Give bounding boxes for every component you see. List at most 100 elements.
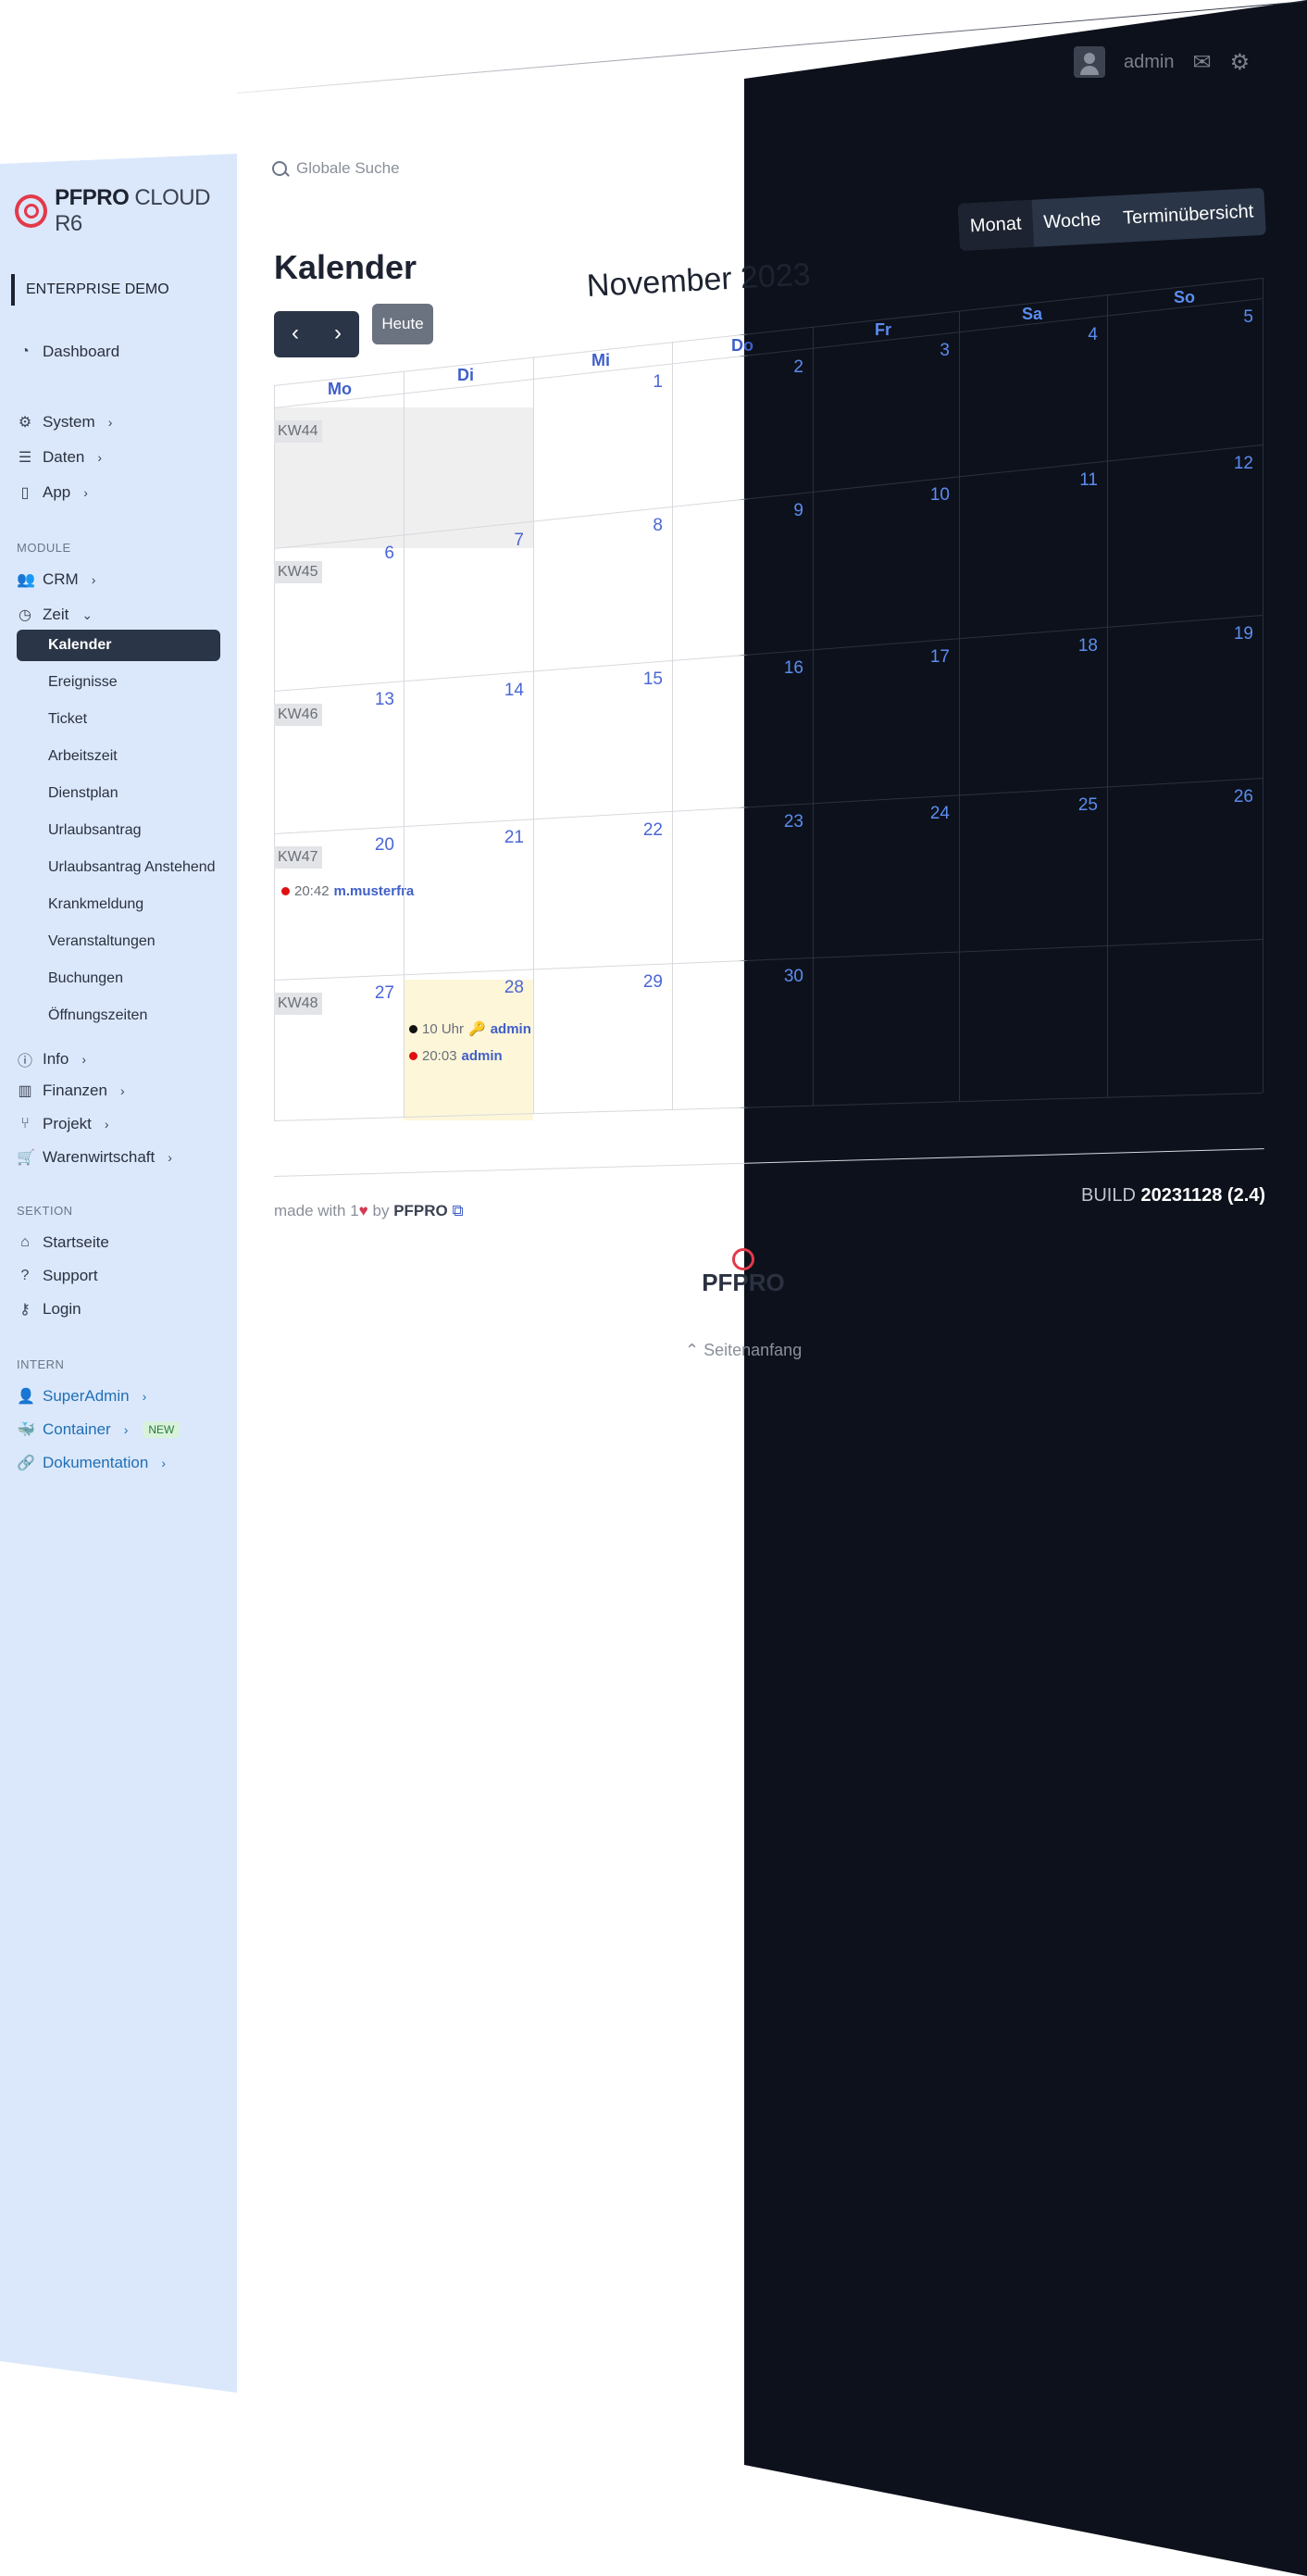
build-label: BUILD (1081, 1185, 1136, 1206)
footer-brand-link[interactable]: PFPRO (393, 1202, 448, 1219)
weekday-header: So (1174, 288, 1196, 307)
event-dot (281, 887, 290, 895)
day-number[interactable]: 21 (504, 828, 524, 848)
section-label-sektion: SEKTION (17, 1204, 73, 1218)
week-number: KW45 (274, 561, 322, 583)
sidebar-item-label: Support (43, 1267, 98, 1284)
calendar-event[interactable]: 10 Uhr 🔑 admin (409, 1020, 531, 1037)
event-time: 10 Uhr (422, 1020, 465, 1037)
grid-column-line (813, 326, 814, 1106)
day-number[interactable]: 16 (784, 658, 803, 679)
made-with-text: made with 1 (274, 1202, 359, 1219)
day-number[interactable]: 2 (793, 357, 803, 378)
day-number[interactable]: 22 (643, 820, 663, 841)
sidebar-item-support[interactable]: ? Support (17, 1267, 98, 1285)
footer-logo: PFPRO (702, 1248, 785, 1297)
made-with-by: by (372, 1202, 390, 1219)
footer-logo-text: PFPRO (702, 1269, 785, 1296)
new-badge: NEW (143, 1421, 180, 1438)
weekday-header: Fr (875, 320, 891, 340)
day-number[interactable]: 10 (930, 485, 950, 506)
week-number: KW44 (274, 420, 322, 443)
day-number[interactable]: 9 (793, 501, 803, 521)
sidebar-item-container[interactable]: 🐳 Container › NEW (17, 1420, 180, 1439)
sidebar-item-label: Dokumentation (43, 1454, 149, 1471)
grid-column-line (672, 342, 673, 1109)
day-number[interactable]: 29 (643, 972, 663, 993)
day-number[interactable]: 26 (1234, 787, 1253, 807)
calendar-event[interactable]: 20:03 admin (409, 1048, 503, 1064)
week-number: KW48 (274, 993, 322, 1015)
sidebar-item-dokumentation[interactable]: 🔗 Dokumentation › (17, 1454, 166, 1472)
grid-column-line (533, 356, 534, 1114)
grid-row-line (273, 298, 1263, 408)
sidebar-item-superadmin[interactable]: 👤 SuperAdmin › (17, 1387, 146, 1406)
heart-icon: ♥ (358, 1202, 368, 1219)
day-number[interactable]: 15 (643, 669, 663, 690)
chevron-right-icon: › (142, 1389, 147, 1404)
external-link-icon: ⧉ (452, 1202, 464, 1219)
day-number[interactable]: 4 (1088, 325, 1098, 345)
sidebar-item-login[interactable]: ⚷ Login (17, 1300, 81, 1319)
logo-mark-icon (732, 1248, 754, 1270)
home-icon: ⌂ (20, 1234, 30, 1250)
weekday-header: Do (731, 336, 753, 356)
event-user: admin (490, 1020, 531, 1037)
day-number[interactable]: 5 (1243, 307, 1253, 328)
back-to-top-label: Seitenanfang (703, 1341, 803, 1359)
day-number[interactable]: 12 (1234, 454, 1253, 474)
day-number[interactable]: 30 (784, 967, 803, 987)
sidebar-item-startseite[interactable]: ⌂ Startseite (17, 1233, 109, 1252)
week-number: KW47 (274, 846, 322, 869)
weekday-header: Di (457, 366, 474, 385)
day-number[interactable]: 1 (653, 372, 663, 393)
chevron-right-icon: › (161, 1456, 167, 1470)
day-number[interactable]: 27 (375, 983, 394, 1004)
day-number[interactable]: 19 (1234, 624, 1253, 644)
grid-row-line (273, 778, 1263, 834)
made-with: made with 1♥ by PFPRO ⧉ (274, 1202, 464, 1220)
sidebar-item-label: Startseite (43, 1233, 109, 1251)
grid-row-line (273, 615, 1263, 692)
key-icon: ⚷ (19, 1302, 31, 1318)
week-number: KW46 (274, 704, 322, 726)
weekday-header: Sa (1022, 304, 1043, 323)
day-number[interactable]: 11 (1079, 470, 1098, 491)
build-value: 20231128 (2.4) (1140, 1185, 1266, 1206)
event-time: 20:03 (422, 1048, 457, 1064)
key-icon: 🔑 (468, 1021, 486, 1037)
weekday-header: Mi (591, 351, 610, 370)
day-number[interactable]: 6 (384, 544, 394, 564)
sidebar-item-label: Login (43, 1300, 81, 1318)
event-time: 20:42 (294, 883, 330, 899)
day-number[interactable]: 20 (375, 835, 394, 856)
day-number[interactable]: 8 (653, 516, 663, 536)
sidebar-item-label: Container (43, 1420, 111, 1438)
question-icon: ? (20, 1268, 30, 1283)
build-info: BUILD 20231128 (2.4) (1081, 1185, 1265, 1207)
back-to-top-link[interactable]: ⌃ Seitenanfang (685, 1341, 802, 1360)
sidebar-item-label: SuperAdmin (43, 1387, 130, 1405)
day-number[interactable]: 7 (514, 531, 524, 551)
chevron-right-icon: › (123, 1422, 129, 1437)
day-number[interactable]: 14 (504, 681, 524, 701)
calendar-event[interactable]: 20:42 m.musterfra (281, 883, 414, 899)
day-number[interactable]: 25 (1078, 795, 1098, 816)
user-shield-icon: 👤 (17, 1389, 35, 1405)
day-number[interactable]: 23 (784, 812, 803, 832)
day-number[interactable]: 18 (1078, 636, 1098, 657)
grid-row-line (273, 278, 1263, 386)
event-dot (409, 1024, 417, 1033)
grid-column-line (1107, 294, 1108, 1097)
event-dot (409, 1052, 417, 1060)
grid-column-line (404, 370, 405, 1118)
grid-row-line (273, 939, 1263, 981)
day-number[interactable]: 3 (940, 341, 950, 361)
section-label-intern: INTERN (17, 1357, 65, 1371)
day-number[interactable]: 24 (930, 804, 950, 824)
day-number[interactable]: 28 (504, 978, 524, 998)
day-number[interactable]: 17 (930, 647, 950, 668)
event-user: admin (461, 1048, 503, 1064)
day-number[interactable]: 13 (375, 690, 394, 710)
weekday-header: Mo (328, 380, 352, 399)
